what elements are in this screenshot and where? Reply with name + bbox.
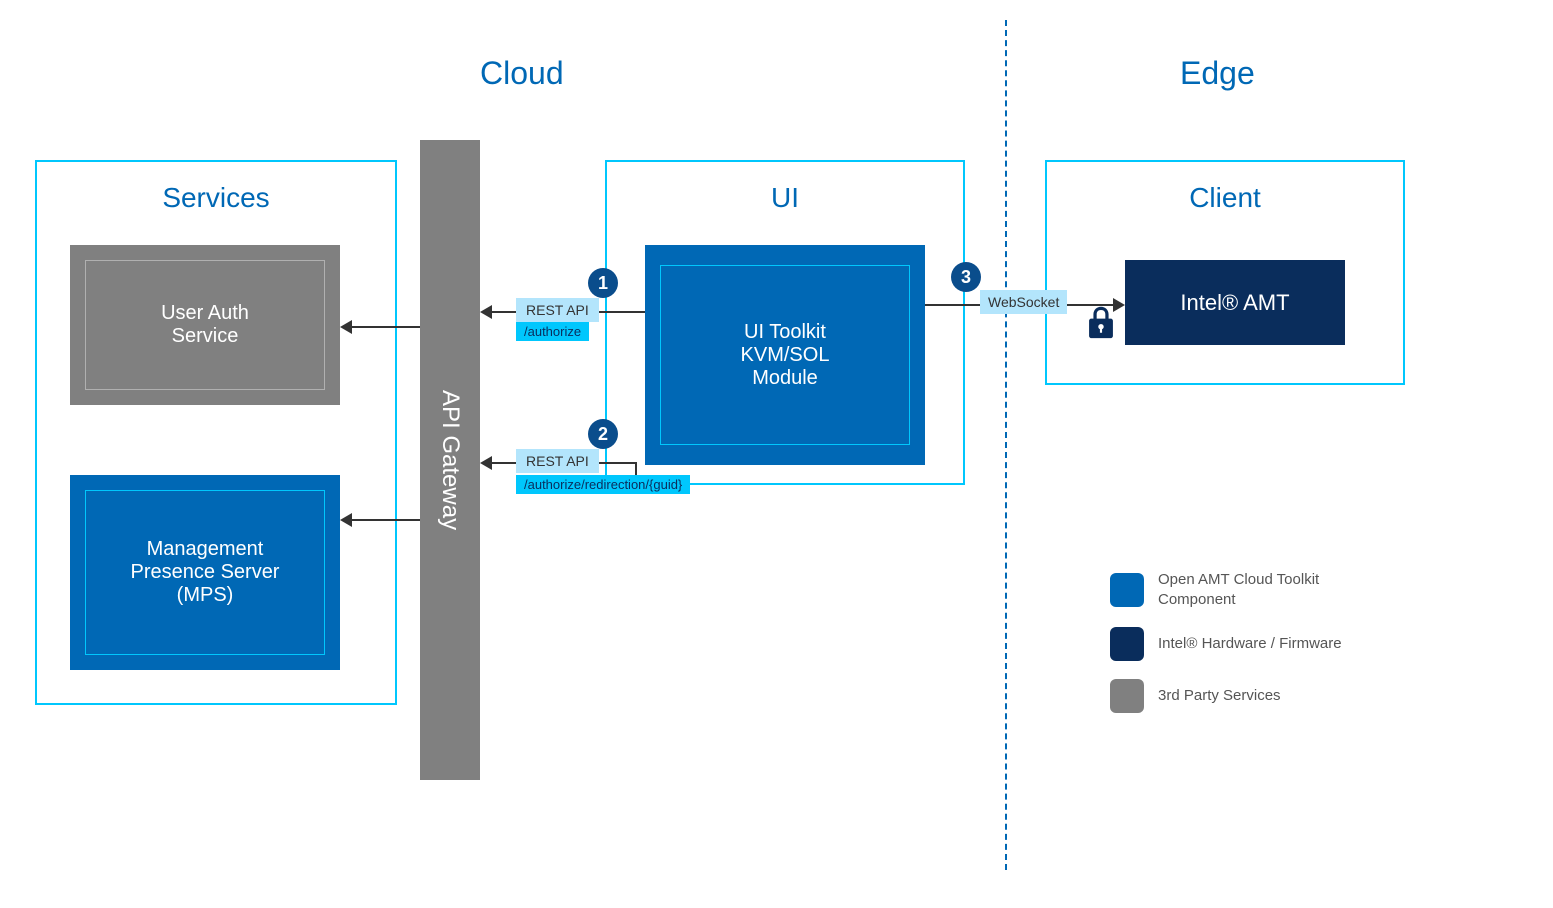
ui-toolkit-label: UI Toolkit KVM/SOL Module bbox=[741, 321, 830, 390]
legend-item-2: Intel® Hardware / Firmware bbox=[1110, 627, 1342, 661]
badge-1: 1 bbox=[588, 268, 618, 298]
legend-text-2: Intel® Hardware / Firmware bbox=[1158, 634, 1342, 654]
arrow-head-2 bbox=[480, 456, 492, 470]
arrow-head-1 bbox=[480, 305, 492, 319]
legend-text-1: Open AMT Cloud Toolkit Component bbox=[1158, 570, 1319, 609]
rest-api-1-label: REST API bbox=[516, 298, 599, 322]
edge-title: Edge bbox=[1180, 55, 1255, 92]
rest-api-2-label: REST API bbox=[516, 449, 599, 473]
legend-swatch-blue bbox=[1110, 573, 1144, 607]
user-auth-label: User Auth Service bbox=[161, 302, 249, 348]
legend-swatch-navy bbox=[1110, 627, 1144, 661]
legend-item-1: Open AMT Cloud Toolkit Component bbox=[1110, 570, 1342, 609]
intel-amt-label: Intel® AMT bbox=[1180, 290, 1289, 316]
api-gateway-label: API Gateway bbox=[436, 390, 464, 530]
mps-block: Management Presence Server (MPS) bbox=[70, 475, 340, 670]
arrow-head-auth bbox=[340, 320, 352, 334]
badge-3: 3 bbox=[951, 262, 981, 292]
mps-label: Management Presence Server (MPS) bbox=[131, 538, 280, 607]
arrow-head-websocket bbox=[1113, 298, 1125, 312]
legend-swatch-gray bbox=[1110, 679, 1144, 713]
intel-amt-block: Intel® AMT bbox=[1125, 260, 1345, 345]
endpoint-2-label: /authorize/redirection/{guid} bbox=[516, 475, 690, 494]
badge-2: 2 bbox=[588, 419, 618, 449]
user-auth-service-block: User Auth Service bbox=[70, 245, 340, 405]
lock-icon bbox=[1088, 306, 1114, 340]
ui-toolkit-block: UI Toolkit KVM/SOL Module bbox=[645, 245, 925, 465]
cloud-title: Cloud bbox=[480, 55, 564, 92]
legend-text-3: 3rd Party Services bbox=[1158, 686, 1281, 706]
client-title: Client bbox=[1047, 182, 1403, 214]
api-gateway-block: API Gateway bbox=[420, 140, 480, 780]
endpoint-1-label: /authorize bbox=[516, 322, 589, 341]
services-title: Services bbox=[37, 182, 395, 214]
cloud-edge-divider bbox=[1005, 20, 1007, 870]
arrow-head-mps bbox=[340, 513, 352, 527]
websocket-label: WebSocket bbox=[980, 290, 1067, 314]
legend: Open AMT Cloud Toolkit Component Intel® … bbox=[1110, 570, 1342, 731]
arrow-to-mps bbox=[352, 519, 420, 521]
arrow-to-auth bbox=[352, 326, 420, 328]
ui-title: UI bbox=[607, 182, 963, 214]
legend-item-3: 3rd Party Services bbox=[1110, 679, 1342, 713]
